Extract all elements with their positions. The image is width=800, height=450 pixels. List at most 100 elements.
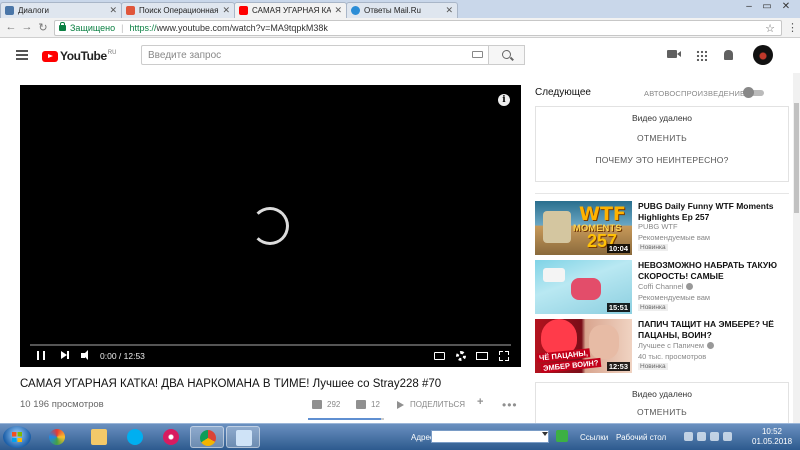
- bookmark-star-icon[interactable]: ☆: [765, 22, 775, 35]
- volume-icon[interactable]: [81, 350, 88, 360]
- forward-icon[interactable]: →: [20, 21, 34, 33]
- upload-video-icon[interactable]: [667, 50, 681, 58]
- up-next-heading: Следующее: [535, 87, 591, 98]
- folder-icon: [91, 429, 107, 445]
- minimize-icon[interactable]: –: [742, 1, 756, 12]
- list-item[interactable]: 15:51 НЕВОЗМОЖНО НАБРАТЬ ТАКУЮ СКОРОСТЬ!…: [535, 260, 789, 316]
- tray-icon[interactable]: [684, 432, 693, 441]
- taskbar-app-chrome[interactable]: [190, 426, 224, 448]
- youtube-logo[interactable]: YouTube RU: [42, 49, 116, 63]
- address-bar[interactable]: Защищено | https://www.youtube.com/watch…: [54, 20, 782, 36]
- close-icon[interactable]: ✕: [445, 5, 453, 16]
- search-input[interactable]: Введите запрос: [141, 45, 489, 65]
- pause-icon[interactable]: [37, 351, 45, 360]
- hamburger-menu-icon[interactable]: [16, 50, 28, 60]
- close-icon[interactable]: ✕: [222, 5, 230, 16]
- logo-text: YouTube: [60, 49, 107, 63]
- page-scrollbar[interactable]: [793, 73, 800, 423]
- why-not-interested-button[interactable]: ПОЧЕМУ ЭТО НЕИНТЕРЕСНО?: [536, 155, 788, 165]
- tab-mailru[interactable]: Ответы Mail.Ru ✕: [346, 2, 458, 18]
- close-icon[interactable]: ✕: [109, 5, 117, 16]
- taskbar-address-input[interactable]: [431, 430, 549, 443]
- undo-button[interactable]: ОТМЕНИТЬ: [536, 407, 788, 417]
- notifications-bell-icon[interactable]: [724, 50, 733, 60]
- list-item[interactable]: WTF MOMENTS 257 10:04 PUBG Daily Funny W…: [535, 201, 789, 257]
- url-text: www.youtube.com/watch?v=MA9tqpkM38k: [156, 23, 328, 33]
- taskbar-app-explorer[interactable]: [82, 426, 116, 448]
- tray-icon[interactable]: [697, 432, 706, 441]
- channel-line[interactable]: Coffi Channel: [638, 282, 694, 291]
- list-item[interactable]: ЧЁ ПАЦАНЫ, ЭМБЕР ВОИН? 12:53 ПАПИЧ ТАЩИТ…: [535, 319, 789, 375]
- rec-meta: Рекомендуемые вам: [638, 293, 711, 302]
- settings-gear-icon[interactable]: [456, 351, 466, 361]
- taskbar-app-skype[interactable]: [118, 426, 152, 448]
- info-icon[interactable]: i: [498, 94, 510, 106]
- theater-mode-icon[interactable]: [476, 352, 488, 360]
- more-dots-icon: •••: [502, 398, 518, 412]
- autoplay-toggle[interactable]: [743, 87, 765, 98]
- like-ratio-fill: [308, 418, 381, 420]
- taskbar-app-media[interactable]: [154, 426, 188, 448]
- scrollbar-thumb[interactable]: [794, 103, 799, 213]
- channel-name[interactable]: PUBG WTF: [638, 222, 678, 231]
- taskbar-app-paint[interactable]: [226, 426, 260, 448]
- like-button[interactable]: 292: [312, 400, 340, 409]
- apps-grid-icon[interactable]: [696, 50, 707, 61]
- links-toolbar[interactable]: Ссылки: [580, 433, 608, 442]
- fullscreen-icon[interactable]: [499, 351, 509, 361]
- tab-youtube[interactable]: САМАЯ УГАРНАЯ КАТКА ✕: [234, 2, 347, 18]
- start-button[interactable]: [3, 426, 31, 448]
- volume-tray-icon[interactable]: [723, 432, 732, 441]
- back-icon[interactable]: ←: [4, 21, 18, 33]
- subtitles-icon[interactable]: [434, 352, 445, 360]
- tab-label: Поиск Операционная с: [139, 6, 220, 15]
- reload-icon[interactable]: ↻: [36, 21, 50, 34]
- undo-button[interactable]: ОТМЕНИТЬ: [536, 133, 788, 143]
- share-button[interactable]: ПОДЕЛИТЬСЯ: [397, 400, 465, 409]
- next-icon[interactable]: [61, 351, 69, 359]
- search-site-icon: [126, 6, 135, 15]
- thumbs-down-icon: [356, 400, 366, 409]
- clock[interactable]: 10:52 01.05.2018: [752, 427, 792, 447]
- dislike-button[interactable]: 12: [356, 400, 380, 409]
- network-icon[interactable]: [710, 432, 719, 441]
- avatar[interactable]: [753, 45, 773, 65]
- close-icon[interactable]: ✕: [334, 5, 342, 16]
- search-placeholder: Введите запрос: [148, 50, 222, 61]
- tab-search[interactable]: Поиск Операционная с ✕: [121, 2, 235, 18]
- rec-title[interactable]: НЕВОЗМОЖНО НАБРАТЬ ТАКУЮ СКОРОСТЬ! САМЫЕ: [638, 260, 788, 281]
- progress-bar[interactable]: [30, 344, 511, 346]
- url-protocol: https://: [129, 23, 157, 33]
- video-thumbnail[interactable]: WTF MOMENTS 257 10:04: [535, 201, 632, 255]
- skype-icon: [127, 429, 143, 445]
- search-button[interactable]: [489, 45, 525, 65]
- video-player[interactable]: i 0:00 / 12:53: [20, 85, 521, 367]
- close-window-icon[interactable]: ✕: [779, 1, 793, 12]
- video-thumbnail[interactable]: ЧЁ ПАЦАНЫ, ЭМБЕР ВОИН? 12:53: [535, 319, 632, 373]
- rec-title[interactable]: ПАПИЧ ТАЩИТ НА ЭМБЕРЕ? ЧЁ ПАЦАНЫ, ВОИН?: [638, 319, 788, 340]
- more-actions-button[interactable]: •••: [502, 398, 518, 412]
- channel-line[interactable]: Лучшее с Папичем: [638, 341, 714, 350]
- view-count: 10 196 просмотров: [20, 399, 104, 410]
- paint-icon: [236, 430, 252, 446]
- go-arrow-icon[interactable]: [556, 430, 568, 442]
- browser-menu-icon[interactable]: ⋮: [787, 21, 798, 34]
- rec-title[interactable]: PUBG Daily Funny WTF Moments Highlights …: [638, 201, 788, 222]
- keyboard-icon[interactable]: [472, 51, 483, 58]
- desktop-toolbar[interactable]: Рабочий стол: [616, 433, 666, 442]
- loading-spinner: [251, 207, 289, 245]
- video-thumbnail[interactable]: 15:51: [535, 260, 632, 314]
- verified-icon: [686, 283, 694, 290]
- duration-badge: 10:04: [606, 244, 630, 253]
- add-to-playlist-button[interactable]: [477, 396, 487, 408]
- video-title: САМАЯ УГАРНАЯ КАТКА! ДВА НАРКОМАНА В ТИМ…: [20, 378, 442, 390]
- tab-dialogs[interactable]: Диалоги ✕: [0, 2, 122, 18]
- taskbar-app-picasa[interactable]: [40, 426, 74, 448]
- chevron-down-icon[interactable]: [542, 432, 548, 436]
- maximize-icon[interactable]: ▭: [760, 1, 774, 12]
- tab-label: Диалоги: [18, 6, 49, 15]
- rec-meta: 40 тыс. просмотров: [638, 352, 707, 361]
- share-icon: [397, 400, 404, 409]
- browser-toolbar: ← → ↻ Защищено | https://www.youtube.com…: [0, 18, 800, 38]
- channel-name: Лучшее с Папичем: [638, 341, 704, 350]
